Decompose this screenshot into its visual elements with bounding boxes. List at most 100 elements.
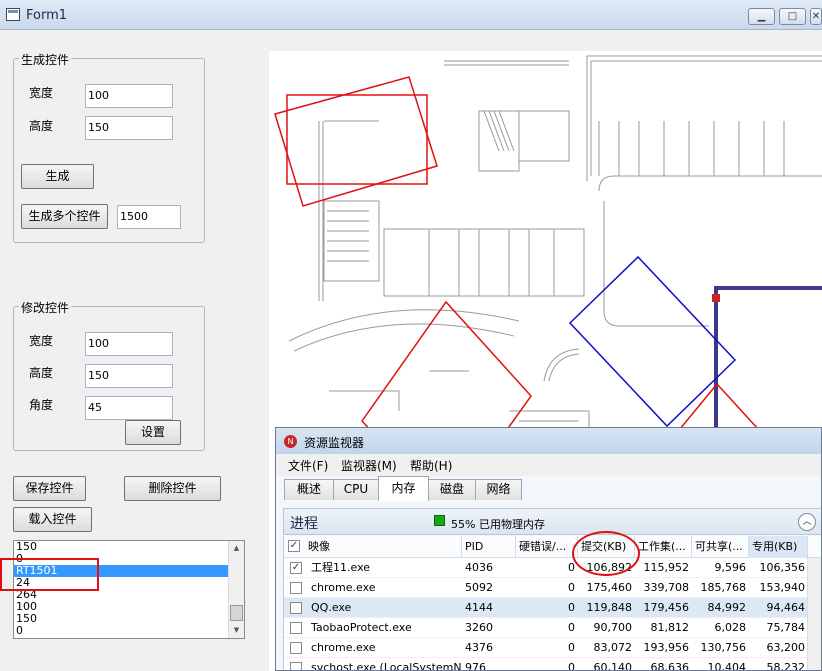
- mod-height-label: 高度: [29, 366, 54, 380]
- cell-hard: 0: [568, 661, 575, 671]
- table-row[interactable]: QQ.exe 4144 0 119,848 179,456 84,992 94,464: [284, 598, 821, 618]
- mod-width-label: 宽度: [29, 334, 54, 348]
- generate-button[interactable]: 生成: [21, 164, 94, 189]
- modify-group-title: 修改控件: [19, 299, 72, 316]
- cell-pid: 4036: [465, 561, 493, 574]
- annotation-rect: [0, 558, 99, 591]
- tab-cpu[interactable]: CPU: [333, 479, 379, 500]
- cell-hard: 0: [568, 601, 575, 614]
- process-section-header[interactable]: 进程 55% 已用物理内存 ︿: [283, 508, 821, 535]
- cell-hard: 0: [568, 581, 575, 594]
- scroll-down-icon[interactable]: ▼: [229, 623, 244, 638]
- list-item[interactable]: 0: [14, 625, 244, 637]
- row-checkbox[interactable]: ✓: [290, 562, 302, 574]
- cell-shareable: 10,404: [707, 661, 747, 671]
- annotation-circle: [572, 531, 640, 576]
- cell-private: 106,356: [759, 561, 806, 574]
- maximize-button[interactable]: □: [779, 8, 806, 25]
- load-button[interactable]: 载入控件: [13, 507, 92, 532]
- generate-many-button[interactable]: 生成多个控件: [21, 204, 108, 229]
- scroll-thumb[interactable]: [230, 605, 243, 621]
- cell-private: 63,200: [766, 641, 806, 654]
- list-item[interactable]: 150: [14, 613, 244, 625]
- cell-image: QQ.exe: [311, 601, 352, 614]
- cell-private: 58,232: [766, 661, 806, 671]
- col-working-set[interactable]: 工作集(...: [635, 536, 692, 558]
- row-checkbox[interactable]: [290, 602, 302, 614]
- close-button[interactable]: ✕: [810, 8, 822, 25]
- mod-angle-label: 角度: [29, 398, 54, 412]
- set-button[interactable]: 设置: [125, 420, 181, 445]
- gen-height-label: 高度: [29, 119, 54, 133]
- col-hard-faults[interactable]: 硬错误/...: [516, 536, 578, 558]
- cell-hard: 0: [568, 641, 575, 654]
- cell-shareable: 185,768: [700, 581, 747, 594]
- delete-button[interactable]: 删除控件: [124, 476, 221, 501]
- cell-hard: 0: [568, 621, 575, 634]
- scroll-up-icon[interactable]: ▲: [229, 541, 244, 556]
- cell-private: 153,940: [759, 581, 806, 594]
- col-image[interactable]: ✓ 映像: [284, 536, 462, 558]
- tab-network[interactable]: 网络: [475, 479, 522, 500]
- table-row[interactable]: ✓ 工程11.exe 4036 0 106,892 115,952 9,596 106,356: [284, 558, 821, 578]
- cell-pid: 3260: [465, 621, 493, 634]
- mod-width-input[interactable]: 100: [85, 332, 173, 356]
- count-input[interactable]: 1500: [117, 205, 181, 229]
- cell-hard: 0: [568, 561, 575, 574]
- menu-help[interactable]: 帮助(H): [410, 457, 452, 474]
- rm-menubar: 文件(F) 监视器(M) 帮助(H): [276, 454, 821, 476]
- table-header: ✓ 映像 PID 硬错误/... 提交(KB) 工作集(... 可共享(... …: [284, 536, 821, 558]
- rm-title: 资源监视器: [304, 436, 365, 450]
- menu-monitor[interactable]: 监视器(M): [341, 457, 397, 474]
- menu-file[interactable]: 文件(F): [288, 457, 328, 474]
- tab-overview[interactable]: 概述: [284, 479, 334, 500]
- cell-commit: 90,700: [593, 621, 633, 634]
- list-item[interactable]: 100: [14, 601, 244, 613]
- resource-monitor-icon: N: [284, 435, 297, 448]
- col-pid[interactable]: PID: [462, 536, 516, 558]
- cell-working: 179,456: [643, 601, 690, 614]
- table-scrollbar[interactable]: [807, 558, 821, 670]
- collapse-icon[interactable]: ︿: [798, 513, 816, 531]
- select-all-checkbox[interactable]: ✓: [288, 540, 300, 552]
- cell-shareable: 9,596: [714, 561, 747, 574]
- cell-image: svchost.exe (LocalSystemN...: [311, 661, 462, 671]
- col-private[interactable]: 专用(KB): [749, 536, 808, 558]
- row-checkbox[interactable]: [290, 582, 302, 594]
- cell-image: chrome.exe: [311, 641, 376, 654]
- mod-angle-input[interactable]: 45: [85, 396, 173, 420]
- process-table: ✓ 映像 PID 硬错误/... 提交(KB) 工作集(... 可共享(... …: [283, 536, 821, 671]
- listbox-scrollbar[interactable]: ▲ ▼: [228, 541, 244, 638]
- cell-commit: 60,140: [593, 661, 633, 671]
- mod-height-input[interactable]: 150: [85, 364, 173, 388]
- memory-status: 55% 已用物理内存: [451, 518, 545, 531]
- cell-working: 68,636: [650, 661, 690, 671]
- app-icon: [6, 8, 20, 21]
- table-row[interactable]: TaobaoProtect.exe 3260 0 90,700 81,812 6,028 7…: [284, 618, 821, 638]
- cell-pid: 5092: [465, 581, 493, 594]
- cell-commit: 83,072: [593, 641, 633, 654]
- tab-memory[interactable]: 内存: [378, 476, 429, 501]
- cell-commit: 119,848: [586, 601, 633, 614]
- col-shareable[interactable]: 可共享(...: [692, 536, 749, 558]
- cell-image: chrome.exe: [311, 581, 376, 594]
- gen-height-input[interactable]: 150: [85, 116, 173, 140]
- table-row[interactable]: chrome.exe 5092 0 175,460 339,708 185,768 153,…: [284, 578, 821, 598]
- list-item[interactable]: 150: [14, 541, 244, 553]
- row-checkbox[interactable]: [290, 622, 302, 634]
- save-button[interactable]: 保存控件: [13, 476, 86, 501]
- section-title: 进程: [290, 516, 318, 532]
- gen-width-input[interactable]: 100: [85, 84, 173, 108]
- cell-image: TaobaoProtect.exe: [311, 621, 412, 634]
- table-row[interactable]: chrome.exe 4376 0 83,072 193,956 130,756 63,20…: [284, 638, 821, 658]
- table-row[interactable]: svchost.exe (LocalSystemN... 976 0 60,140 68…: [284, 658, 821, 671]
- minimize-button[interactable]: ▁: [748, 8, 775, 25]
- cell-pid: 4376: [465, 641, 493, 654]
- row-checkbox[interactable]: [290, 662, 302, 670]
- cell-pid: 4144: [465, 601, 493, 614]
- row-checkbox[interactable]: [290, 642, 302, 654]
- tab-disk[interactable]: 磁盘: [428, 479, 476, 500]
- title-bar: Form1 ▁ □ ✕: [0, 0, 822, 30]
- rm-title-bar: N 资源监视器: [276, 428, 821, 454]
- window-title: Form1: [26, 8, 68, 23]
